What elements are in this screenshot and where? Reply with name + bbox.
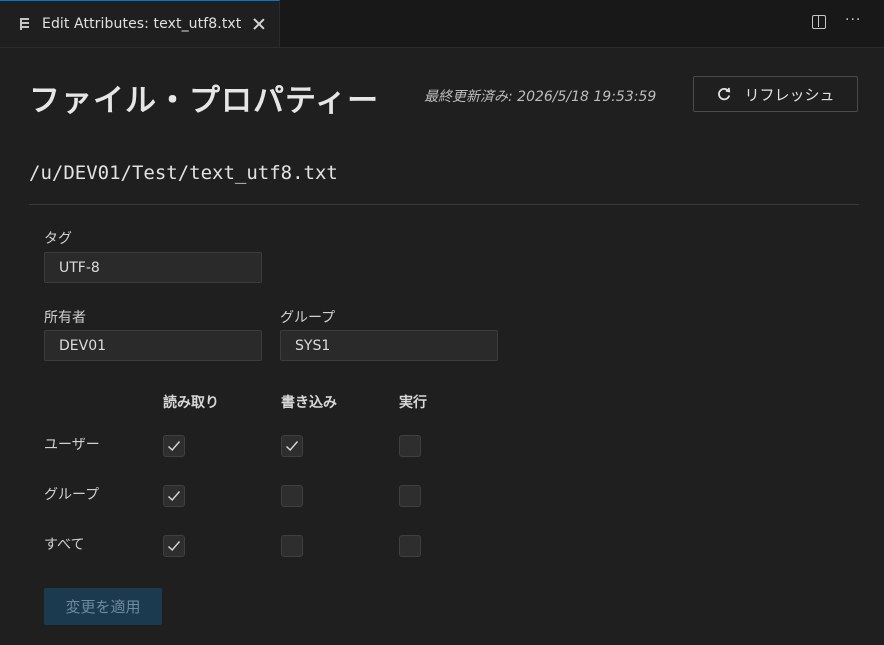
- checkbox-group-read[interactable]: [163, 485, 185, 507]
- column-write: 書き込み: [281, 395, 337, 411]
- refresh-label: リフレッシュ: [744, 85, 835, 104]
- owner-input[interactable]: [44, 330, 262, 361]
- checkbox-user-read[interactable]: [163, 435, 185, 457]
- checkmark-icon: [168, 541, 181, 552]
- checkmark-icon: [168, 441, 181, 452]
- file-icon: [18, 17, 32, 31]
- split-editor-icon[interactable]: [812, 15, 826, 29]
- row-label-all: すべて: [44, 537, 85, 553]
- column-read: 読み取り: [163, 395, 219, 411]
- tab-edit-attributes[interactable]: Edit Attributes: text_utf8.txt: [0, 0, 280, 47]
- editor-tab-bar: Edit Attributes: text_utf8.txt ···: [0, 0, 884, 48]
- page-title: ファイル・プロパティー: [29, 83, 380, 119]
- checkbox-group-execute[interactable]: [399, 485, 421, 507]
- group-label: グループ: [280, 310, 336, 326]
- close-icon[interactable]: [251, 16, 267, 32]
- checkbox-all-execute[interactable]: [399, 535, 421, 557]
- column-execute: 実行: [399, 395, 427, 411]
- refresh-button[interactable]: リフレッシュ: [693, 76, 858, 112]
- more-actions-icon[interactable]: ···: [845, 12, 861, 28]
- checkmark-icon: [286, 441, 299, 452]
- checkbox-all-write[interactable]: [281, 535, 303, 557]
- tag-input[interactable]: [44, 252, 262, 283]
- row-label-group: グループ: [44, 487, 100, 503]
- checkbox-all-read[interactable]: [163, 535, 185, 557]
- tag-label: タグ: [44, 231, 72, 247]
- last-updated-text: 最終更新済み: 2026/5/18 19:53:59: [424, 89, 657, 105]
- tab-title: Edit Attributes: text_utf8.txt: [42, 16, 242, 32]
- group-input[interactable]: [280, 330, 498, 361]
- checkbox-user-write[interactable]: [281, 435, 303, 457]
- checkbox-group-write[interactable]: [281, 485, 303, 507]
- checkmark-icon: [168, 491, 181, 502]
- checkbox-user-execute[interactable]: [399, 435, 421, 457]
- divider: [29, 204, 859, 205]
- file-path: /u/DEV01/Test/text_utf8.txt: [29, 162, 338, 184]
- refresh-icon: [718, 87, 731, 101]
- apply-changes-button[interactable]: 変更を適用: [44, 588, 162, 625]
- row-label-user: ユーザー: [44, 437, 100, 453]
- file-properties-panel: ファイル・プロパティー 最終更新済み: 2026/5/18 19:53:59 リ…: [0, 48, 884, 645]
- owner-label: 所有者: [44, 310, 86, 326]
